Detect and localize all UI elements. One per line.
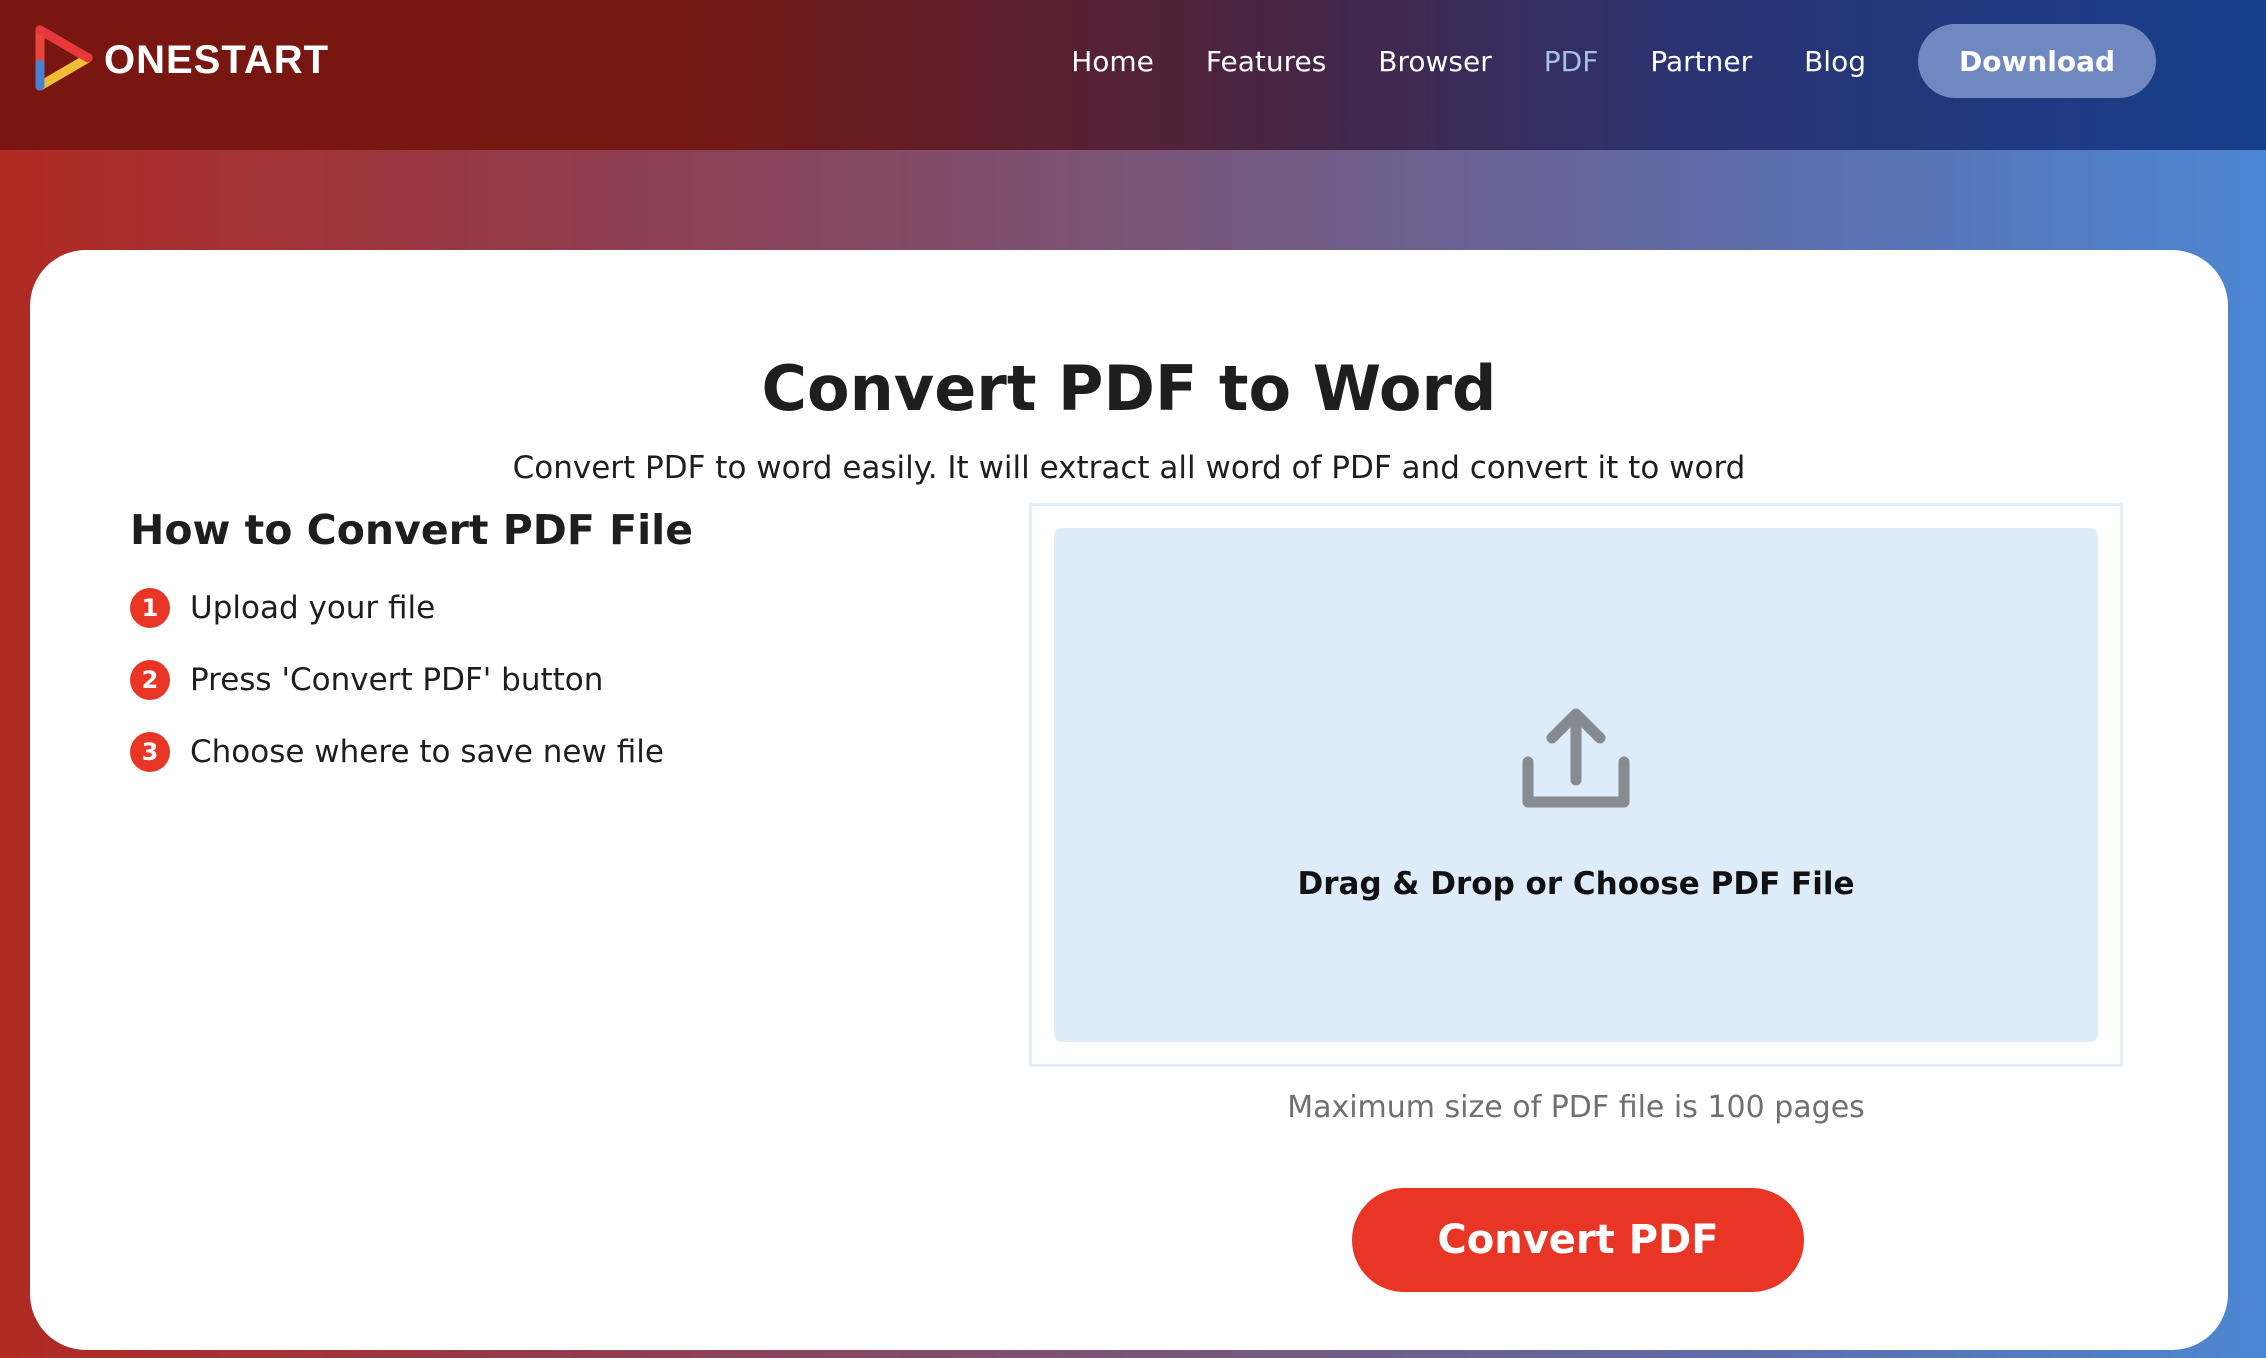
step-item: 1 Upload your file [130, 572, 1010, 644]
nav-features[interactable]: Features [1206, 45, 1326, 78]
step-text: Upload your file [190, 590, 436, 626]
max-size-note: Maximum size of PDF file is 100 pages [1287, 1090, 1865, 1125]
download-button[interactable]: Download [1918, 24, 2156, 98]
how-to-steps: How to Convert PDF File 1 Upload your fi… [130, 506, 1010, 788]
nav-pdf[interactable]: PDF [1544, 45, 1599, 78]
drop-zone-label: Drag & Drop or Choose PDF File [1297, 866, 1855, 902]
main-nav: Home Features Browser PDF Partner Blog D… [1071, 24, 2156, 98]
step-text: Press 'Convert PDF' button [190, 662, 604, 698]
nav-partner[interactable]: Partner [1650, 45, 1752, 78]
steps-title: How to Convert PDF File [130, 506, 694, 554]
nav-home[interactable]: Home [1071, 45, 1154, 78]
page-subtitle: Convert PDF to word easily. It will extr… [512, 450, 1746, 486]
step-number-badge: 2 [130, 660, 170, 700]
page-title: Convert PDF to Word [761, 352, 1497, 425]
step-text: Choose where to save new file [190, 734, 664, 770]
converter-card: Convert PDF to Word Convert PDF to word … [30, 250, 2228, 1350]
nav-browser[interactable]: Browser [1378, 45, 1491, 78]
onestart-logo[interactable]: ONESTART [32, 24, 330, 96]
brand-name: ONESTART [104, 37, 330, 82]
file-drop-zone[interactable]: Drag & Drop or Choose PDF File [1054, 528, 2098, 1042]
top-navbar: ONESTART Home Features Browser PDF Partn… [0, 0, 2266, 150]
step-number-badge: 1 [130, 588, 170, 628]
step-item: 2 Press 'Convert PDF' button [130, 644, 1010, 716]
step-number-badge: 3 [130, 732, 170, 772]
convert-pdf-button[interactable]: Convert PDF [1352, 1188, 1804, 1292]
step-item: 3 Choose where to save new file [130, 716, 1010, 788]
upload-icon [1516, 698, 1636, 818]
upload-area-frame: Drag & Drop or Choose PDF File [1029, 503, 2123, 1067]
logo-icon [32, 24, 94, 96]
nav-blog[interactable]: Blog [1804, 45, 1866, 78]
